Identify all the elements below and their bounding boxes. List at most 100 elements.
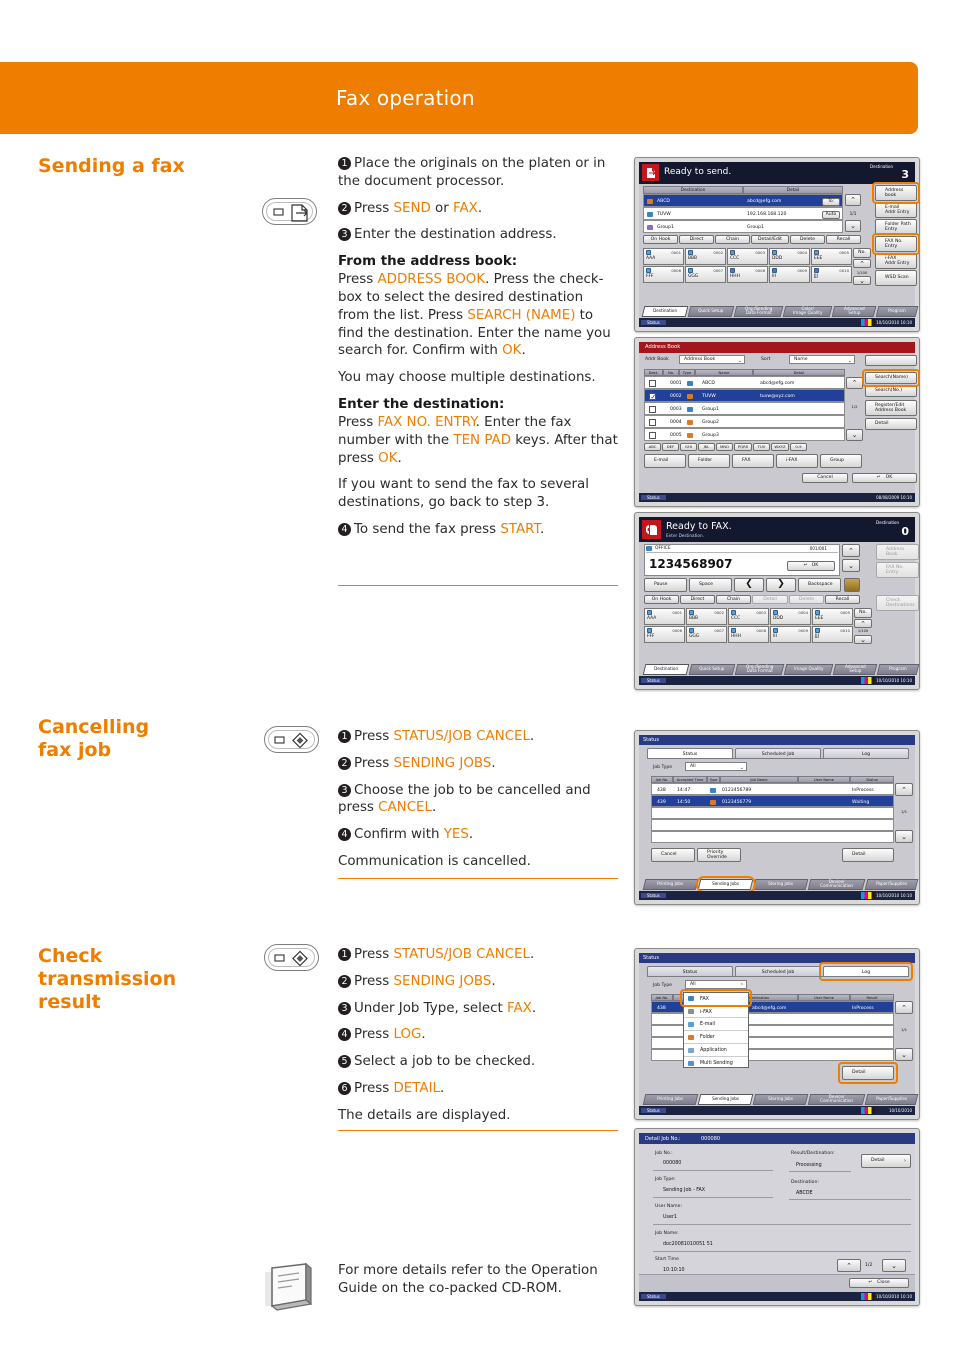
- address-book-button[interactable]: Address book: [875, 185, 917, 201]
- dropdown-item-email[interactable]: E-mail: [684, 1017, 748, 1030]
- sort-select[interactable]: Name ⌄: [789, 355, 855, 364]
- dropdown-item-fax[interactable]: FAX: [684, 993, 748, 1005]
- bottom-tab-storing-jobs[interactable]: Storing Jobs: [752, 879, 809, 890]
- tab-destination[interactable]: Destination: [641, 306, 689, 317]
- speed-dial-up-button[interactable]: ⌃: [854, 619, 872, 628]
- alpha-key-def[interactable]: DEF: [662, 443, 679, 451]
- email-addr-entry-button[interactable]: E-mail Addr Entry: [875, 202, 917, 218]
- cursor-left-button[interactable]: ❮: [734, 578, 764, 592]
- alpha-key-abc[interactable]: ABC: [644, 443, 661, 451]
- bottom-tab-paper-supplies[interactable]: Paper/Supplies: [864, 1094, 919, 1105]
- scroll-down-button[interactable]: ⌄: [845, 220, 861, 232]
- bottom-tab-storing-jobs[interactable]: Storing Jobs: [752, 1094, 809, 1105]
- recall-button[interactable]: Recall: [825, 595, 860, 604]
- dropdown-item-folder[interactable]: Folder: [684, 1030, 748, 1043]
- destination-row[interactable]: TUVW 192.168.168.120 Auto: [643, 207, 843, 220]
- on-hook-button[interactable]: On Hook: [644, 595, 679, 604]
- scroll-down-button[interactable]: ⌄: [842, 559, 860, 572]
- chain-button[interactable]: Chain: [716, 595, 751, 604]
- direct-button[interactable]: Direct: [679, 235, 714, 244]
- scroll-down-button[interactable]: ⌄: [846, 429, 863, 441]
- space-button[interactable]: Space: [689, 578, 732, 592]
- dropdown-item-application[interactable]: Application: [684, 1043, 748, 1056]
- ok-button[interactable]: ↵ OK: [787, 561, 835, 571]
- type-button-group[interactable]: Group: [820, 454, 862, 468]
- speed-dial-button[interactable]: 0004 DDD: [769, 248, 810, 265]
- recall-button[interactable]: Recall: [826, 235, 861, 244]
- job-type-dropdown-list[interactable]: FAX i-FAX E-mail Folder Application Mult…: [683, 992, 749, 1068]
- alpha-key-wxyz[interactable]: WXYZ: [771, 443, 789, 451]
- tab-color-image-quality[interactable]: Color/ Image Quality: [782, 306, 833, 317]
- address-book-shortcut-icon[interactable]: [844, 578, 860, 592]
- address-row[interactable]: 0003 Group1: [644, 402, 845, 415]
- cursor-right-button[interactable]: ❯: [766, 578, 796, 592]
- bottom-tab-device-communication[interactable]: Device/ Communication: [807, 1094, 866, 1105]
- job-type-select[interactable]: All ⌄: [685, 762, 747, 771]
- type-button-email[interactable]: E-mail: [644, 454, 686, 468]
- tab-program[interactable]: Program: [876, 664, 920, 675]
- address-row[interactable]: 0002 TUVW tuvw@xyz.com: [644, 389, 845, 402]
- scroll-up-button[interactable]: ⌃: [895, 783, 913, 796]
- speed-dial-button[interactable]: 0002 BBB: [686, 608, 727, 625]
- addr-book-select[interactable]: Address Book ⌄: [679, 355, 745, 364]
- cancel-button[interactable]: Cancel: [802, 473, 848, 483]
- tab-program[interactable]: Program: [875, 306, 919, 317]
- job-type-select[interactable]: All ⌃: [685, 980, 747, 989]
- tab-image-quality[interactable]: Image Quality: [783, 664, 834, 675]
- tab-org-sending-data-format[interactable]: Org./Sending Data Format: [734, 664, 785, 675]
- tab-advanced-setup[interactable]: Advanced Setup: [832, 664, 878, 675]
- row-checkbox[interactable]: [649, 392, 657, 401]
- speed-dial-button[interactable]: 0007 GGG: [685, 266, 726, 283]
- backspace-button[interactable]: Backspace: [798, 578, 841, 592]
- speed-dial-button[interactable]: 0005 EEE: [812, 608, 853, 625]
- tab-quick-setup[interactable]: Quick Setup: [687, 306, 735, 317]
- tab-destination[interactable]: Destination: [642, 664, 690, 675]
- scroll-up-button[interactable]: ⌃: [895, 1001, 913, 1014]
- speed-dial-button[interactable]: 0010 JJJ: [812, 626, 853, 643]
- scroll-down-button[interactable]: ⌄: [895, 1048, 913, 1061]
- alpha-key-ghi[interactable]: GHI: [680, 443, 697, 451]
- register-edit-address-book-button[interactable]: Register/Edit Address Book: [865, 400, 917, 416]
- wsd-scan-button[interactable]: WSD Scan: [875, 270, 917, 286]
- detail-button[interactable]: Detail: [842, 848, 894, 862]
- row-checkbox[interactable]: [649, 432, 656, 439]
- speed-dial-button[interactable]: 0008 HHH: [727, 266, 768, 283]
- speed-dial-button[interactable]: 0003 CCC: [728, 608, 769, 625]
- tab-quick-setup[interactable]: Quick Setup: [688, 664, 736, 675]
- bottom-tab-sending-jobs[interactable]: Sending Jobs: [697, 1094, 754, 1105]
- direct-button[interactable]: Direct: [680, 595, 715, 604]
- type-button-ifax[interactable]: i-FAX: [776, 454, 818, 468]
- bottom-tab-printing-jobs[interactable]: Printing Jobs: [642, 1094, 699, 1105]
- scroll-up-button[interactable]: ⌃: [842, 544, 860, 557]
- speed-dial-button[interactable]: 0004 DDD: [770, 608, 811, 625]
- speed-dial-down-button[interactable]: ⌄: [853, 276, 871, 285]
- speed-dial-button[interactable]: 0005 EEE: [811, 248, 852, 265]
- page-up-button[interactable]: ⌃: [837, 1259, 861, 1272]
- job-row[interactable]: [651, 819, 894, 831]
- priority-override-button[interactable]: Priority Override: [697, 848, 741, 862]
- scroll-down-button[interactable]: ⌄: [895, 830, 913, 843]
- speed-dial-down-button[interactable]: ⌄: [854, 635, 872, 644]
- bottom-tab-sending-jobs[interactable]: Sending Jobs: [697, 879, 754, 890]
- speed-dial-button[interactable]: 0002 BBB: [685, 248, 726, 265]
- address-row[interactable]: 0001 ABCD abcd@efg.com: [644, 376, 845, 389]
- type-button-folder[interactable]: Folder: [688, 454, 730, 468]
- close-button[interactable]: ↵ Close: [849, 1278, 909, 1288]
- row-checkbox[interactable]: [649, 380, 656, 387]
- job-row[interactable]: [651, 807, 894, 819]
- bottom-tab-device-communication[interactable]: Device/ Communication: [807, 879, 866, 890]
- no-button[interactable]: No.: [853, 248, 871, 258]
- destination-row[interactable]: ABCD abcd@efg.com To:: [643, 194, 843, 207]
- ok-button[interactable]: ↵ OK: [852, 473, 917, 483]
- speed-dial-button[interactable]: 0009 III: [770, 626, 811, 643]
- alpha-key-0-9[interactable]: 0-9: [790, 443, 807, 451]
- speed-dial-up-button[interactable]: ⌃: [853, 259, 871, 268]
- alpha-key-tuv[interactable]: TUV: [753, 443, 770, 451]
- bottom-tab-printing-jobs[interactable]: Printing Jobs: [642, 879, 699, 890]
- detail-edit-button[interactable]: Detail/Edit: [751, 235, 789, 244]
- scroll-up-button[interactable]: ⌃: [845, 194, 861, 206]
- cancel-button[interactable]: Cancel: [651, 848, 695, 862]
- job-row[interactable]: 438 14:47 0123456789 InProcess: [651, 783, 894, 795]
- destination-row[interactable]: Group1 Group1: [643, 220, 843, 233]
- fax-no-entry-button[interactable]: FAX No. Entry: [875, 236, 917, 252]
